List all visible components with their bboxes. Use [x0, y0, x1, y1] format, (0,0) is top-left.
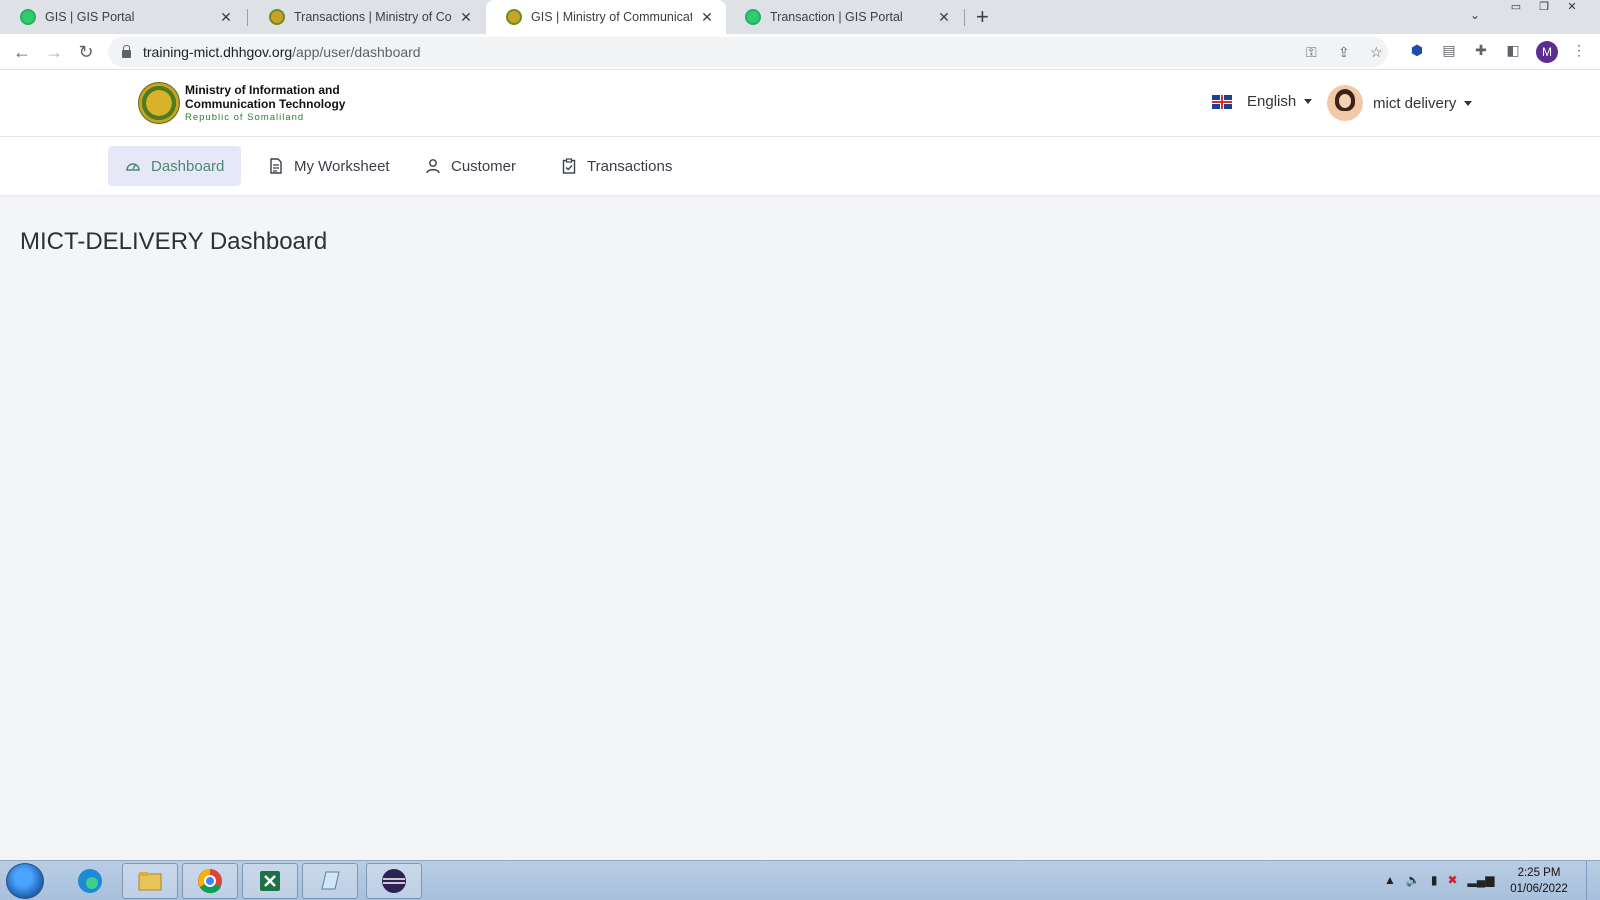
folder-logo	[138, 872, 162, 891]
side-panel-icon[interactable]: ◧	[1504, 41, 1522, 59]
nav-label: Transactions	[587, 157, 673, 175]
clipboard-check-icon	[562, 158, 576, 174]
browser-tab-strip: GIS | GIS Portal ✕ Transactions | Minist…	[0, 0, 1600, 34]
file-explorer-icon[interactable]	[122, 863, 178, 899]
window-close-icon[interactable]: ✕	[1558, 0, 1586, 16]
browser-tab-transaction-gis[interactable]: Transaction | GIS Portal ✕	[725, 0, 963, 34]
notepad-logo	[321, 871, 340, 890]
browser-toolbar: ← → ↻ training-mict.dhhgov.org/app/user/…	[0, 34, 1600, 70]
signal-icon[interactable]: ▂▄▆	[1468, 873, 1495, 887]
back-arrow-icon[interactable]: ←	[10, 40, 34, 64]
caret-down-icon	[1304, 99, 1313, 104]
user-avatar	[1327, 85, 1363, 121]
nav-item-customer[interactable]: Customer	[408, 146, 533, 186]
logo-text[interactable]: Ministry of Information and Communicatio…	[185, 83, 345, 124]
close-icon[interactable]: ✕	[935, 9, 953, 26]
logo-title-line1: Ministry of Information and	[185, 83, 340, 97]
logo-title-line2: Communication Technology	[185, 97, 346, 111]
profile-avatar[interactable]: M	[1536, 41, 1558, 63]
browser-menu-icon[interactable]: ⋮	[1570, 41, 1588, 59]
nav-item-transactions[interactable]: Transactions	[544, 146, 689, 186]
password-key-icon[interactable]: ⚿	[1306, 44, 1317, 61]
edge-logo	[78, 869, 102, 893]
user-menu[interactable]: mict delivery	[1327, 85, 1473, 121]
minimize-icon[interactable]: ▭	[1502, 0, 1530, 16]
tab-title: GIS | GIS Portal	[45, 10, 135, 24]
start-button-icon[interactable]	[6, 863, 44, 899]
volume-icon[interactable]: 🔈	[1406, 873, 1421, 887]
nav-item-my-worksheet[interactable]: My Worksheet	[251, 146, 407, 186]
chrome-logo	[198, 869, 222, 894]
language-label: English	[1247, 93, 1297, 110]
ministry-seal-logo[interactable]	[138, 82, 180, 124]
system-clock[interactable]: 2:25 PM 01/06/2022	[1500, 865, 1578, 897]
tab-title: GIS | Ministry of Communication	[531, 10, 692, 24]
windows-taskbar: ▲ 🔈 ▮ ✖ ▂▄▆ 2:25 PM 01/06/2022	[0, 860, 1600, 900]
nav-label: Customer	[451, 157, 517, 175]
battery-icon[interactable]: ▮	[1431, 873, 1438, 887]
url-text: training-mict.dhhgov.org/app/user/dashbo…	[143, 44, 421, 60]
chrome-icon[interactable]	[182, 863, 238, 899]
site-header: Ministry of Information and Communicatio…	[0, 70, 1600, 137]
gis-favicon-icon	[745, 9, 761, 25]
close-icon[interactable]: ✕	[698, 9, 716, 26]
nav-item-dashboard[interactable]: Dashboard	[108, 146, 242, 186]
ministry-seal-favicon-icon	[506, 9, 522, 25]
excel-logo	[260, 871, 280, 891]
nav-label: Dashboard	[151, 157, 225, 175]
tab-title: Transactions | Ministry of Comm	[294, 10, 451, 24]
gauge-icon	[126, 163, 140, 171]
close-icon[interactable]: ✕	[217, 9, 235, 26]
window-controls: ▭ ❐ ✕	[1502, 0, 1586, 16]
tab-separator	[247, 9, 248, 26]
page-title: MICT-DELIVERY Dashboard	[20, 228, 328, 255]
system-tray: ▲ 🔈 ▮ ✖ ▂▄▆	[1384, 873, 1494, 887]
notepad-icon[interactable]	[302, 863, 358, 899]
user-icon	[426, 159, 440, 174]
extensions-puzzle-icon[interactable]: ✚	[1472, 41, 1490, 59]
main-nav: Dashboard My Worksheet Customer Transact…	[0, 137, 1600, 195]
url-host: training-mict.dhhgov.org	[143, 44, 293, 60]
excel-icon[interactable]	[242, 863, 298, 899]
browser-tab-transactions-ministry[interactable]: Transactions | Ministry of Comm ✕	[249, 0, 485, 34]
close-icon[interactable]: ✕	[457, 9, 475, 26]
clock-date: 01/06/2022	[1510, 883, 1568, 895]
clock-time: 2:25 PM	[1517, 867, 1561, 879]
address-bar[interactable]: training-mict.dhhgov.org/app/user/dashbo…	[108, 37, 1388, 67]
nav-label: My Worksheet	[294, 157, 390, 175]
logo-subtitle: Republic of Somaliland	[185, 112, 305, 123]
browser-tab-gis-ministry[interactable]: GIS | Ministry of Communication ✕	[486, 0, 726, 34]
document-icon	[270, 158, 282, 174]
lock-icon[interactable]	[122, 45, 131, 58]
forward-arrow-icon[interactable]: →	[42, 40, 66, 64]
browser-tab-gis-portal[interactable]: GIS | GIS Portal ✕	[0, 0, 245, 34]
bookmark-star-icon[interactable]: ☆	[1370, 44, 1383, 61]
uk-flag-icon	[1212, 94, 1232, 109]
new-tab-plus-icon[interactable]: +	[976, 5, 989, 29]
eclipse-logo	[382, 869, 406, 893]
share-icon[interactable]: ⇪	[1338, 44, 1350, 61]
tab-title: Transaction | GIS Portal	[770, 10, 903, 24]
gis-favicon-icon	[20, 9, 36, 25]
user-name: mict delivery	[1373, 94, 1457, 112]
ministry-seal-favicon-icon	[269, 9, 285, 25]
caret-down-icon	[1464, 100, 1473, 106]
edge-icon[interactable]	[62, 863, 118, 899]
extension-shield-icon[interactable]: ⬢	[1408, 41, 1426, 59]
network-error-icon[interactable]: ✖	[1447, 873, 1457, 887]
url-path: /app/user/dashboard	[292, 44, 421, 60]
show-desktop-button[interactable]	[1586, 861, 1600, 900]
tray-expand-icon[interactable]: ▲	[1384, 873, 1396, 887]
restore-icon[interactable]: ❐	[1530, 0, 1558, 16]
language-selector[interactable]: English	[1212, 93, 1313, 110]
reload-icon[interactable]: ↻	[74, 40, 98, 64]
eclipse-icon[interactable]	[366, 863, 422, 899]
extension-clipboard-icon[interactable]: ▤	[1440, 41, 1458, 59]
tab-search-chevron-icon[interactable]: ⌄	[1470, 8, 1480, 22]
tab-separator	[964, 9, 965, 26]
